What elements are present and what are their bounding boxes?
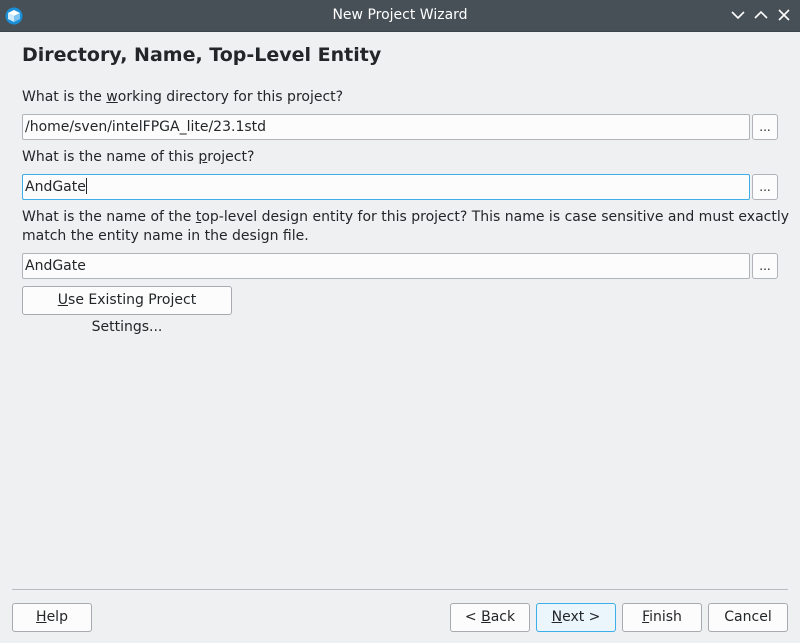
page-title: Directory, Name, Top-Level Entity: [22, 44, 382, 66]
project-name-label-text: What is the name of this: [22, 149, 199, 165]
back-prefix: <: [464, 609, 482, 625]
finish-label: inish: [649, 609, 682, 625]
cancel-button[interactable]: Cancel: [708, 603, 788, 632]
title-bar: New Project Wizard: [0, 0, 800, 32]
project-name-label-mnemonic: p: [198, 149, 208, 165]
close-icon[interactable]: [775, 6, 793, 24]
window-title: New Project Wizard: [332, 7, 468, 23]
project-name-browse-button[interactable]: ...: [752, 174, 778, 200]
footer-separator: [12, 589, 788, 590]
next-label: ext >: [562, 609, 601, 625]
help-mnemonic: H: [36, 609, 47, 625]
back-button[interactable]: < Back: [450, 603, 530, 632]
entity-label-text: What is the name of the: [22, 209, 196, 225]
project-name-value: AndGate: [25, 179, 86, 195]
help-button[interactable]: Help: [12, 603, 92, 632]
directory-label-text: What is the: [22, 89, 107, 105]
back-mnemonic: B: [481, 609, 491, 625]
directory-label-mnemonic: w: [106, 89, 118, 105]
use-existing-settings-button[interactable]: Use Existing Project Settings...: [22, 286, 232, 335]
entity-label-line2: match the entity name in the design file…: [22, 228, 309, 244]
project-name-label: What is the name of this project?: [22, 148, 254, 167]
directory-input[interactable]: /home/sven/intelFPGA_lite/23.1std: [22, 114, 750, 140]
project-name-input[interactable]: AndGate: [22, 174, 750, 200]
directory-label-text-end: orking directory for this project?: [117, 89, 344, 105]
use-existing-label: se Existing Project Settings...: [68, 292, 197, 335]
back-label: ack: [490, 609, 516, 625]
finish-button[interactable]: Finish: [622, 603, 702, 632]
chevron-up-icon[interactable]: [752, 6, 770, 24]
chevron-down-icon[interactable]: [729, 6, 747, 24]
project-name-label-text-end: roject?: [207, 149, 255, 165]
text-caret: [85, 178, 87, 194]
next-button[interactable]: Next >: [536, 603, 616, 632]
entity-label: What is the name of the top-level design…: [22, 208, 789, 227]
use-existing-mnemonic: U: [57, 292, 69, 308]
directory-label: What is the working directory for this p…: [22, 88, 343, 107]
entity-browse-button[interactable]: ...: [752, 253, 778, 279]
next-mnemonic: N: [551, 609, 563, 625]
directory-browse-button[interactable]: ...: [752, 114, 778, 140]
help-label: elp: [46, 609, 68, 625]
entity-input[interactable]: AndGate: [22, 253, 750, 279]
entity-label-text-end: op-level design entity for this project?…: [201, 209, 790, 225]
